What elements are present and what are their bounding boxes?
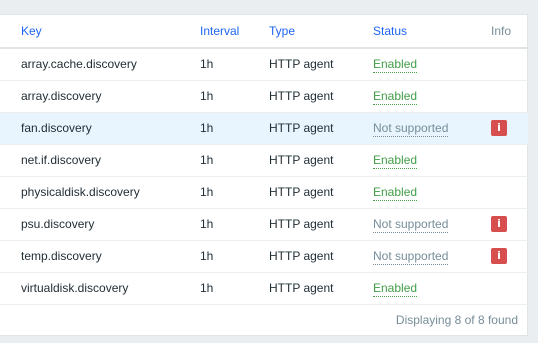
table-row: fan.discovery 1h HTTP agent Not supported i <box>0 112 528 144</box>
table-row: array.discovery 1h HTTP agent Enabled <box>0 80 528 112</box>
status-toggle-link[interactable]: Not supported <box>373 249 449 265</box>
info-cell <box>491 144 528 176</box>
column-header-key[interactable]: Key <box>0 15 200 49</box>
status-toggle-link[interactable]: Enabled <box>373 185 418 201</box>
column-header-status[interactable]: Status <box>373 15 491 49</box>
interval-cell: 1h <box>200 281 214 295</box>
table-row: temp.discovery 1h HTTP agent Not supported i <box>0 240 528 272</box>
item-key-cell: net.if.discovery <box>21 153 102 167</box>
status-toggle-link[interactable]: Enabled <box>373 281 418 297</box>
type-cell: HTTP agent <box>269 217 334 231</box>
interval-cell: 1h <box>200 121 214 135</box>
status-toggle-link[interactable]: Enabled <box>373 89 418 105</box>
item-key-cell: psu.discovery <box>21 217 95 231</box>
type-cell: HTTP agent <box>269 121 334 135</box>
column-header-interval[interactable]: Interval <box>200 15 269 49</box>
type-cell: HTTP agent <box>269 249 334 263</box>
item-key-cell: array.discovery <box>21 89 102 103</box>
table-row: virtualdisk.discovery 1h HTTP agent Enabled <box>0 272 528 304</box>
info-cell <box>491 272 528 304</box>
type-cell: HTTP agent <box>269 57 334 72</box>
item-key-cell: physicaldisk.discovery <box>21 185 140 199</box>
info-error-icon[interactable]: i <box>491 216 507 232</box>
interval-cell: 1h <box>200 57 214 72</box>
info-cell <box>491 48 528 80</box>
table-row: array.cache.discovery 1h HTTP agent Enabled <box>0 48 528 80</box>
table-stats: Displaying 8 of 8 found <box>395 313 518 327</box>
info-error-icon[interactable]: i <box>491 120 507 136</box>
column-header-info: Info <box>491 15 528 49</box>
discovery-rules-table: Key Interval Type Status Info array.cach… <box>0 15 528 305</box>
interval-cell: 1h <box>200 185 214 199</box>
info-cell: i <box>491 112 528 144</box>
interval-cell: 1h <box>200 153 214 167</box>
status-toggle-link[interactable]: Enabled <box>373 57 418 74</box>
status-cell: Not supported <box>373 112 491 144</box>
type-cell: HTTP agent <box>269 153 334 167</box>
table-body: array.cache.discovery 1h HTTP agent Enabled… <box>0 48 528 304</box>
status-cell: Enabled <box>373 272 491 304</box>
info-error-icon[interactable]: i <box>491 248 507 264</box>
status-cell: Not supported <box>373 208 491 240</box>
table-header-row: Key Interval Type Status Info <box>0 15 528 49</box>
item-key-cell: fan.discovery <box>21 121 92 135</box>
type-cell: HTTP agent <box>269 281 334 295</box>
info-cell <box>491 80 528 112</box>
info-cell: i <box>491 240 528 272</box>
discovery-rules-panel: Key Interval Type Status Info array.cach… <box>0 14 528 336</box>
info-cell: i <box>491 208 528 240</box>
status-cell: Enabled <box>373 144 491 176</box>
type-cell: HTTP agent <box>269 185 334 199</box>
interval-cell: 1h <box>200 89 214 103</box>
status-toggle-link[interactable]: Not supported <box>373 121 449 137</box>
item-key-cell: temp.discovery <box>21 249 102 263</box>
status-toggle-link[interactable]: Not supported <box>373 217 449 233</box>
item-key-cell: virtualdisk.discovery <box>21 281 129 295</box>
table-row: psu.discovery 1h HTTP agent Not supported i <box>0 208 528 240</box>
interval-cell: 1h <box>200 249 214 263</box>
column-header-type[interactable]: Type <box>269 15 373 49</box>
interval-cell: 1h <box>200 217 214 231</box>
item-key-cell: array.cache.discovery <box>21 57 137 72</box>
table-row: net.if.discovery 1h HTTP agent Enabled <box>0 144 528 176</box>
status-cell: Enabled <box>373 48 491 80</box>
type-cell: HTTP agent <box>269 89 334 103</box>
table-row: physicaldisk.discovery 1h HTTP agent Enable… <box>0 176 528 208</box>
status-cell: Enabled <box>373 80 491 112</box>
info-cell <box>491 176 528 208</box>
status-cell: Enabled <box>373 176 491 208</box>
status-cell: Not supported <box>373 240 491 272</box>
status-toggle-link[interactable]: Enabled <box>373 153 418 169</box>
